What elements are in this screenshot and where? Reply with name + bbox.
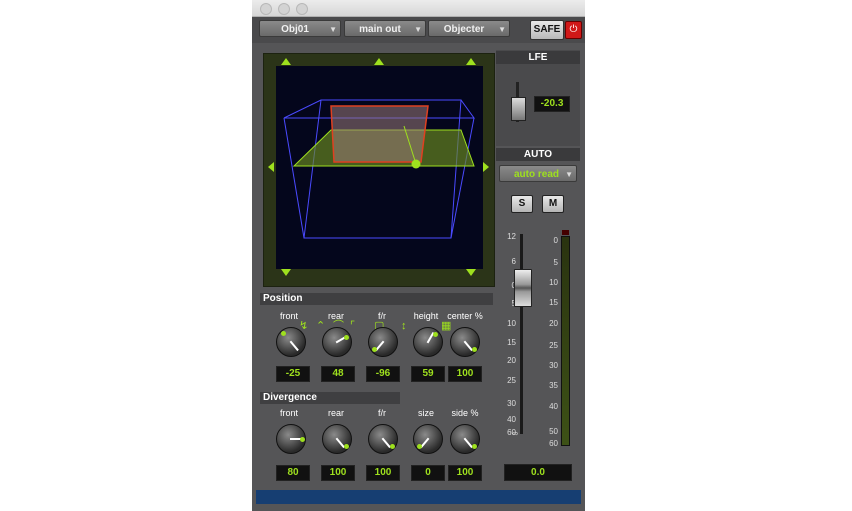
divergence-side-label: side % <box>451 408 479 418</box>
chevron-down-icon: ▼ <box>329 25 337 34</box>
room-wireframe <box>283 99 475 239</box>
position-fr-knob[interactable] <box>368 327 398 357</box>
curve-up-icon[interactable]: ⌃ <box>316 320 325 332</box>
divergence-rear-knob[interactable] <box>322 424 352 454</box>
position-front-label: front <box>279 311 298 321</box>
position-rear-label: rear <box>327 311 344 321</box>
meter-scale-tick: 50 <box>549 427 558 436</box>
output-selector[interactable]: main out ▼ <box>344 20 426 37</box>
position-front-value[interactable]: -25 <box>276 366 310 382</box>
auto-title: AUTO <box>496 148 580 161</box>
fader-scale-tick: 20 <box>507 356 516 365</box>
main-fader-track <box>520 234 523 434</box>
fader-scale-tick: 6 <box>511 257 516 266</box>
meter-scale-tick: 25 <box>549 341 558 350</box>
main-fader-cap[interactable] <box>514 269 532 307</box>
meter-scale-tick: 5 <box>553 258 558 267</box>
meter-scale-tick: 40 <box>549 402 558 411</box>
position-rear-value[interactable]: 48 <box>321 366 355 382</box>
clip-indicator[interactable] <box>562 230 569 235</box>
fader-value[interactable]: 0.0 <box>504 464 572 481</box>
corner-tool-icon[interactable]: ⌜ <box>350 320 355 332</box>
output-selector-label: main out <box>359 24 401 35</box>
divergence-side-value[interactable]: 100 <box>448 465 482 481</box>
position-center-value[interactable]: 100 <box>448 366 482 382</box>
meter-scale-tick: 60 <box>549 439 558 448</box>
position-section-title: Position <box>260 293 493 305</box>
divergence-size-knob[interactable] <box>413 424 443 454</box>
meter-scale-tick: 35 <box>549 381 558 390</box>
speaker-center-marker <box>374 58 384 65</box>
meter-scale-tick: 0 <box>553 236 558 245</box>
position-center-knob[interactable] <box>450 327 480 357</box>
speaker-right-rear-marker <box>466 269 476 276</box>
room-view[interactable] <box>276 66 483 269</box>
title-bar <box>252 0 585 17</box>
divergence-fr-label: f/r <box>378 408 386 418</box>
mute-button[interactable]: M <box>542 195 564 213</box>
fader-scale-tick: 30 <box>507 399 516 408</box>
minimize-window-button[interactable] <box>278 3 290 15</box>
meter-scale-tick: 15 <box>549 298 558 307</box>
speaker-left-rear-marker <box>281 269 291 276</box>
lfe-title: LFE <box>496 51 580 64</box>
safe-button[interactable]: SAFE <box>530 20 564 40</box>
divergence-front-value[interactable]: 80 <box>276 465 310 481</box>
zoom-window-button[interactable] <box>296 3 308 15</box>
meter-scale-tick: 10 <box>549 278 558 287</box>
position-height-knob[interactable] <box>413 327 443 357</box>
meter-scale-tick: 20 <box>549 319 558 328</box>
divergence-section-title: Divergence <box>260 392 400 404</box>
object-position-handle[interactable] <box>411 159 421 169</box>
automation-mode-select[interactable]: auto read ▼ <box>499 165 577 182</box>
height-arrows-icon[interactable]: ↕ <box>401 320 407 332</box>
divergence-front-knob[interactable] <box>276 424 306 454</box>
divergence-rear-value[interactable]: 100 <box>321 465 355 481</box>
fader-scale-tick: 15 <box>507 338 516 347</box>
fader-scale-tick: ∞ <box>512 429 518 438</box>
divergence-size-value[interactable]: 0 <box>411 465 445 481</box>
position-fr-value[interactable]: -96 <box>366 366 400 382</box>
position-fr-label: f/r <box>378 311 386 321</box>
divergence-side-knob[interactable] <box>450 424 480 454</box>
automation-mode-label: auto read <box>514 169 560 180</box>
lfe-value[interactable]: -20.3 <box>534 96 570 112</box>
chevron-down-icon: ▼ <box>498 25 506 34</box>
divergence-fr-knob[interactable] <box>368 424 398 454</box>
fader-scale-tick: 40 <box>507 415 516 424</box>
speaker-right-surround-marker <box>483 162 489 172</box>
track-selector-label: Obj01 <box>281 24 309 35</box>
grid-icon[interactable]: ▦ <box>441 320 451 332</box>
lfe-fader-cap[interactable] <box>511 97 526 121</box>
meter-scale-tick: 30 <box>549 361 558 370</box>
position-front-knob[interactable] <box>276 327 306 357</box>
speaker-left-marker <box>281 58 291 65</box>
position-center-label: center % <box>447 311 483 321</box>
speaker-right-marker <box>466 58 476 65</box>
fader-scale-tick: 12 <box>507 232 516 241</box>
power-icon[interactable]: ⏻ <box>565 21 582 39</box>
chevron-down-icon: ▼ <box>565 170 573 179</box>
divergence-rear-label: rear <box>327 408 344 418</box>
panner-display[interactable]: ↯ ⌃ ⌒ ⌜ ▢ ↕ ▦ <box>263 53 495 332</box>
fader-scale-tick: 10 <box>507 319 516 328</box>
plugin-window: Obj01 ▼ main out ▼ Objecter ▼ SAFE ⏻ ↯ ⌃… <box>252 0 585 511</box>
solo-button[interactable]: S <box>511 195 533 213</box>
position-height-value[interactable]: 59 <box>411 366 445 382</box>
plugin-selector-label: Objecter <box>443 24 485 35</box>
fader-scale-tick: 25 <box>507 376 516 385</box>
position-rear-knob[interactable] <box>322 327 352 357</box>
level-meter <box>561 236 570 446</box>
chevron-down-icon: ▼ <box>414 25 422 34</box>
track-selector[interactable]: Obj01 ▼ <box>259 20 341 37</box>
status-strip <box>256 490 581 504</box>
divergence-fr-value[interactable]: 100 <box>366 465 400 481</box>
plugin-selector[interactable]: Objecter ▼ <box>428 20 510 37</box>
speaker-left-surround-marker <box>268 162 274 172</box>
divergence-front-label: front <box>279 408 298 418</box>
close-window-button[interactable] <box>260 3 272 15</box>
